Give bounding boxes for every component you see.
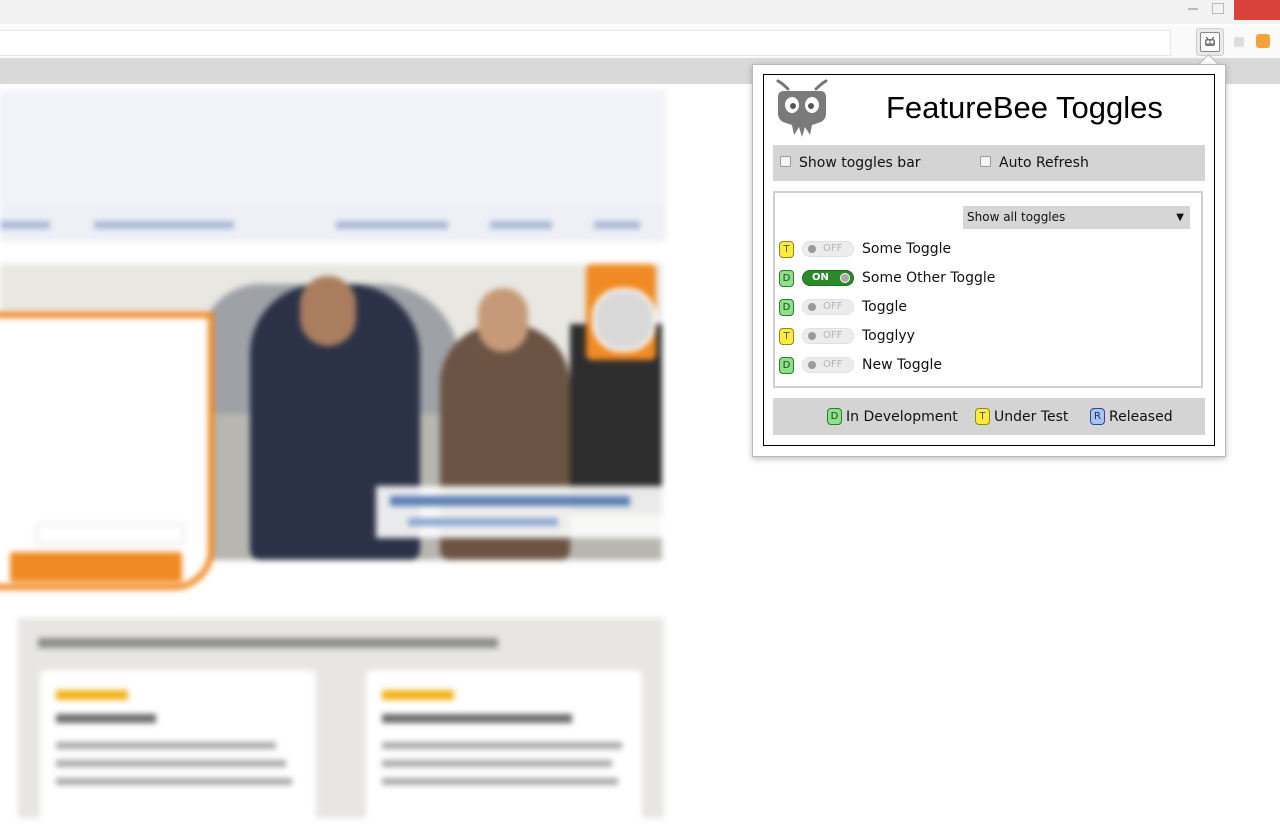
status-badge: T — [779, 240, 794, 258]
status-badge: D — [779, 356, 794, 374]
toggles-panel: Show all toggles ▼ T OFF Some Toggle D O… — [773, 191, 1203, 388]
popup-frame: FeatureBee Toggles Show toggles bar Auto… — [763, 74, 1215, 446]
legend-badge: D — [827, 408, 842, 425]
legend-badge: T — [975, 408, 990, 425]
reviews-section — [18, 618, 664, 830]
popup-title: FeatureBee Toggles — [886, 90, 1163, 125]
switch-state: OFF — [823, 301, 843, 312]
featurebee-popup: FeatureBee Toggles Show toggles bar Auto… — [752, 64, 1226, 457]
extension-icon[interactable] — [1256, 34, 1270, 48]
legend-item-development: D In Development — [827, 408, 958, 425]
options-bar: Show toggles bar Auto Refresh — [773, 145, 1205, 181]
search-button — [10, 552, 182, 582]
legend-label: In Development — [846, 408, 958, 425]
featurebee-extension-button[interactable] — [1196, 28, 1224, 56]
auto-refresh-option[interactable]: Auto Refresh — [980, 155, 1089, 171]
featurebee-bee-logo-icon — [776, 79, 828, 137]
toggle-switch[interactable]: ON — [802, 270, 854, 286]
search-box — [0, 312, 214, 590]
show-toggles-bar-label: Show toggles bar — [799, 155, 921, 171]
switch-state: OFF — [823, 243, 843, 254]
featurebee-logo-icon — [1200, 32, 1220, 52]
switch-state: ON — [812, 272, 829, 283]
toggle-row: D ON Some Other Toggle — [779, 267, 995, 289]
legend-label: Under Test — [994, 408, 1069, 425]
close-window-button[interactable] — [1234, 0, 1280, 20]
maximize-icon[interactable] — [1212, 3, 1224, 14]
toggle-switch[interactable]: OFF — [802, 328, 854, 344]
site-nav — [0, 208, 666, 241]
extension-icon[interactable] — [1234, 37, 1244, 47]
switch-state: OFF — [823, 359, 843, 370]
search-select — [36, 524, 184, 544]
auto-refresh-checkbox[interactable] — [980, 155, 991, 167]
toggle-name: Some Toggle — [862, 241, 952, 257]
address-field[interactable] — [0, 30, 1171, 56]
browser-title-bar — [0, 0, 1280, 24]
toggle-name: Togglyy — [862, 328, 915, 344]
dropdown-arrow-icon: ▼ — [1176, 212, 1184, 223]
toggle-row: D OFF New Toggle — [779, 354, 942, 376]
status-legend: D In Development T Under Test R Released — [773, 398, 1205, 435]
toggle-row: T OFF Togglyy — [779, 325, 915, 347]
switch-state: OFF — [823, 330, 843, 341]
toggle-name: Some Other Toggle — [862, 270, 996, 286]
toggle-row: T OFF Some Toggle — [779, 238, 951, 260]
toggle-name: Toggle — [862, 299, 908, 315]
status-badge: D — [779, 269, 794, 287]
legend-item-released: R Released — [1090, 408, 1173, 425]
show-toggles-bar-checkbox[interactable] — [780, 155, 791, 167]
toggle-switch[interactable]: OFF — [802, 299, 854, 315]
auto-refresh-label: Auto Refresh — [999, 155, 1089, 171]
toggle-name: New Toggle — [862, 357, 943, 373]
status-badge: D — [779, 298, 794, 316]
toggle-switch[interactable]: OFF — [802, 357, 854, 373]
browser-toolbar — [0, 26, 1280, 59]
status-badge: T — [779, 327, 794, 345]
toggle-filter-value: Show all toggles — [967, 210, 1066, 224]
toggle-filter-select[interactable]: Show all toggles ▼ — [963, 206, 1190, 229]
toggle-switch[interactable]: OFF — [802, 241, 854, 257]
legend-item-test: T Under Test — [975, 408, 1068, 425]
legend-label: Released — [1109, 408, 1173, 425]
minimize-icon[interactable] — [1188, 8, 1198, 10]
show-toggles-bar-option[interactable]: Show toggles bar — [780, 155, 921, 171]
toggle-row: D OFF Toggle — [779, 296, 907, 318]
legend-badge: R — [1090, 408, 1105, 425]
